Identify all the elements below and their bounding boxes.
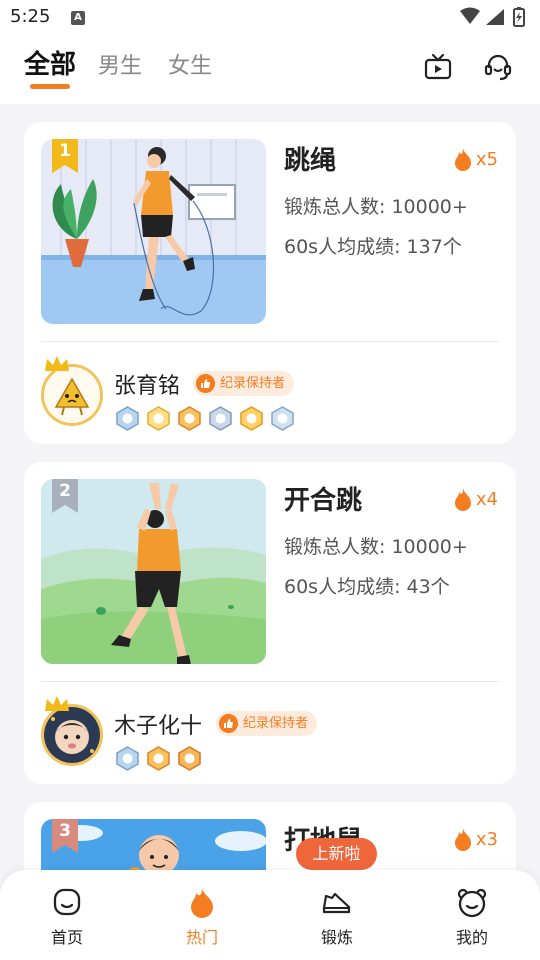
notification-icon: A xyxy=(71,11,85,25)
tab-all[interactable]: 全部 xyxy=(24,44,76,81)
record-holder-badge: 纪录保持者 xyxy=(193,371,295,396)
thumbs-up-icon xyxy=(219,714,238,733)
medal-icon xyxy=(178,406,201,431)
medal-row xyxy=(114,405,296,432)
card-divider xyxy=(41,681,499,682)
crown-icon xyxy=(45,696,69,711)
record-holder-name[interactable]: 张育铭 xyxy=(114,368,180,400)
medal-icon xyxy=(147,406,170,431)
jump-rope-illustration: 1 xyxy=(41,139,266,324)
nav-label: 我的 xyxy=(455,928,488,947)
tab-male[interactable]: 男生 xyxy=(98,48,142,80)
exercise-card-jump-rope[interactable]: 1 跳绳 x5 锻炼总人数: 10000+ 60s人均成绩: 137个 张育铭 … xyxy=(24,122,516,444)
status-bar: 5:25 A xyxy=(0,0,540,36)
exercise-title: 开合跳 xyxy=(284,486,363,516)
flame-icon xyxy=(454,828,471,851)
sneaker-icon xyxy=(322,892,351,914)
medal-icon xyxy=(147,746,170,771)
hot-indicator: x4 xyxy=(454,486,498,512)
wifi-icon xyxy=(460,7,480,24)
average-score: 60s人均成绩: 137个 xyxy=(284,236,462,258)
new-content-bubble[interactable]: 上新啦 xyxy=(296,838,377,874)
hot-indicator: x3 xyxy=(454,826,498,852)
flame-icon xyxy=(191,888,213,918)
record-holder-label: 纪录保持者 xyxy=(243,716,309,731)
exercise-card-jumping-jacks[interactable]: 2 开合跳 x4 锻炼总人数: 10000+ 60s人均成绩: 43个 木子化十… xyxy=(24,462,516,784)
crown-icon xyxy=(45,356,69,371)
bear-face-icon xyxy=(457,888,487,918)
top-header: 全部 男生 女生 xyxy=(0,36,540,104)
medal-icon xyxy=(271,406,294,431)
average-score: 60s人均成绩: 43个 xyxy=(284,576,450,598)
rank-number: 1 xyxy=(59,141,71,161)
jumping-jacks-illustration: 2 xyxy=(41,479,266,664)
total-participants: 锻炼总人数: 10000+ xyxy=(284,196,468,218)
flame-icon xyxy=(454,488,471,511)
avatar[interactable] xyxy=(41,364,103,426)
total-participants: 锻炼总人数: 10000+ xyxy=(284,536,468,558)
active-tab-indicator xyxy=(30,84,70,89)
card-divider xyxy=(41,341,499,342)
medal-icon xyxy=(240,406,263,431)
nav-item-hot[interactable]: 热门 xyxy=(162,886,242,948)
rank-number: 2 xyxy=(59,481,71,501)
record-holder-label: 纪录保持者 xyxy=(220,376,286,391)
nav-label: 首页 xyxy=(50,928,83,947)
system-status-icons xyxy=(460,7,525,27)
medal-icon xyxy=(116,406,139,431)
medal-icon xyxy=(178,746,201,771)
medal-icon xyxy=(209,406,232,431)
hot-count: x4 xyxy=(475,488,498,510)
record-holder-name[interactable]: 木子化十 xyxy=(114,708,202,740)
hot-count: x3 xyxy=(475,828,498,850)
rank-badge-bronze: 3 xyxy=(52,819,78,853)
rank-number: 3 xyxy=(59,821,71,841)
medal-row xyxy=(114,745,203,772)
bottom-nav: 首页 热门 锻炼 我的 xyxy=(0,870,540,960)
nav-label: 锻炼 xyxy=(320,928,353,947)
hot-indicator: x5 xyxy=(454,146,498,172)
exercise-title: 跳绳 xyxy=(284,146,337,176)
tv-icon[interactable] xyxy=(423,52,453,82)
rank-badge-silver: 2 xyxy=(52,479,78,513)
home-face-icon xyxy=(53,888,81,916)
signal-icon xyxy=(486,9,504,25)
headset-icon[interactable] xyxy=(483,52,513,82)
tab-female[interactable]: 女生 xyxy=(168,48,212,80)
record-holder-badge: 纪录保持者 xyxy=(216,711,318,736)
thumbs-up-icon xyxy=(196,374,215,393)
nav-item-mine[interactable]: 我的 xyxy=(432,886,512,948)
medal-icon xyxy=(116,746,139,771)
avatar[interactable] xyxy=(41,704,103,766)
status-time: 5:25 xyxy=(10,6,51,27)
nav-item-home[interactable]: 首页 xyxy=(27,886,107,948)
nav-label: 热门 xyxy=(185,928,218,947)
flame-icon xyxy=(454,148,471,171)
rank-badge-gold: 1 xyxy=(52,139,78,173)
hot-count: x5 xyxy=(475,148,498,170)
nav-item-exercise[interactable]: 锻炼 xyxy=(297,886,377,948)
